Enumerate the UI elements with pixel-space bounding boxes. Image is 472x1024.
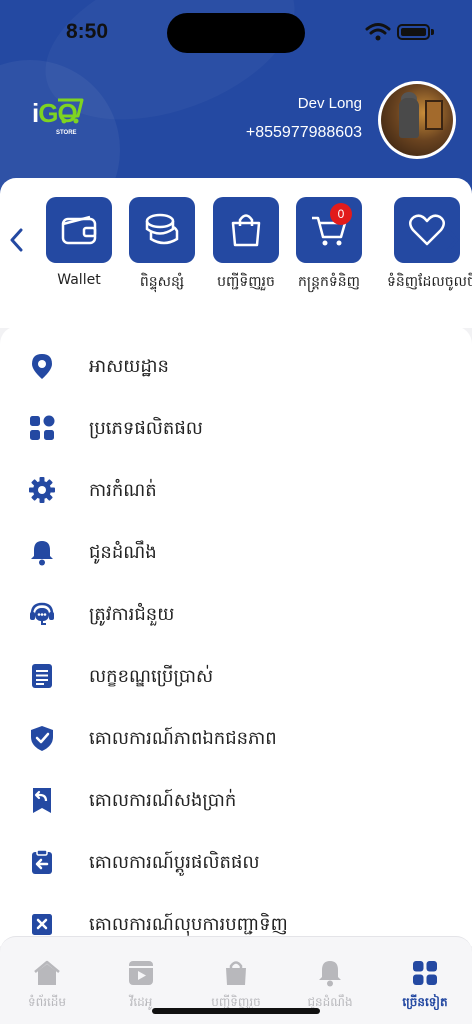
menu-item-label: លក្ខខណ្ឌប្រើប្រាស់ [89,666,214,687]
tab-more[interactable]: ច្រើនទៀត [380,959,470,1012]
chevron-left-icon [10,228,23,252]
menu-item-label: ប្រភេទផលិតផល [89,418,203,439]
settings-menu: អាសយដ្ឋាន ប្រភេទផលិតផល ការកំណត់ ជូនដំណឹង… [0,326,472,946]
menu-item-label: ត្រូវការជំនួយ [89,604,175,625]
categories-icon [30,415,55,440]
tab-label: ទំព័រដើម [27,995,67,1009]
document-icon [32,664,52,688]
bell-icon [31,541,53,566]
tab-home[interactable]: ទំព័រដើម [2,959,92,1012]
status-icons [365,22,435,42]
status-time: 8:50 [66,20,109,43]
gear-icon [29,477,55,503]
quick-action-label: បញ្ជីទិញរួច [217,274,275,290]
coins-icon [145,213,179,245]
chevron-right-icon [446,228,459,252]
home-indicator [152,1008,320,1014]
menu-item-label: ការកំណត់ [89,480,157,501]
tab-purchases[interactable]: បញ្ជីទិញរួច [191,959,281,1012]
carousel-next-button[interactable] [443,228,463,258]
menu-item-support[interactable]: ត្រូវការជំនួយ [0,586,472,642]
refund-icon [33,788,51,813]
shopping-bag-icon [226,961,246,985]
menu-item-exchange[interactable]: គោលការណ៍ប្តូរផលិតផល [0,834,472,890]
cancel-order-icon [32,914,52,935]
menu-item-label: គោលការណ៍លុបការបញ្ជាទិញ [89,914,288,935]
igo-store-logo: iGO STORE [30,96,86,140]
menu-item-label: អាសយដ្ឋាន [89,356,169,377]
avatar[interactable] [378,81,456,159]
menu-item-notifications[interactable]: ជូនដំណឹង [0,524,472,580]
logo-wordmark: iGO [32,98,78,128]
dynamic-island [167,13,305,53]
menu-item-label: ជូនដំណឹង [89,542,157,563]
quick-actions-panel: Wallet ពិន្ទុសន្សំ បញ្ជីទិញរួច 0 កន្ត្រក… [0,178,472,328]
menu-item-label: គោលការណ៍ភាពឯកជនភាព [89,728,277,749]
carousel-prev-button[interactable] [6,228,26,258]
logo-subtitle: STORE [56,130,77,136]
quick-action-purchases[interactable]: បញ្ជីទិញរួច [206,197,286,293]
quick-actions-carousel: Wallet ពិន្ទុសន្សំ បញ្ជីទិញរួច 0 កន្ត្រក… [0,178,472,328]
quick-action-cart[interactable]: 0 កន្ត្រកទំនិញ [289,197,369,293]
video-icon [129,961,153,985]
menu-item-address[interactable]: អាសយដ្ឋាន [0,338,472,394]
tab-video[interactable]: វីដេអូ [96,959,186,1012]
shield-check-icon [31,726,53,751]
quick-action-label: ទំនិញដែលចូលចិត្ត [387,274,472,290]
quick-action-label: ពិន្ទុសន្សំ [139,274,185,290]
tab-notifications[interactable]: ជូនដំណឹង [285,959,375,1012]
exchange-icon [32,849,52,874]
menu-item-refund[interactable]: គោលការណ៍សងប្រាក់ [0,772,472,828]
tab-label: ច្រើនទៀត [402,995,448,1009]
quick-action-label: Wallet [57,272,101,288]
location-pin-icon [32,354,52,379]
menu-item-categories[interactable]: ប្រភេទផលិតផល [0,400,472,456]
menu-item-terms[interactable]: លក្ខខណ្ឌប្រើប្រាស់ [0,648,472,704]
bell-icon [319,961,341,987]
quick-action-label: កន្ត្រកទំនិញ [298,274,360,290]
wifi-icon [365,23,391,41]
cart-count-badge: 0 [330,203,352,225]
wallet-icon [61,215,97,245]
quick-action-wallet[interactable]: Wallet [39,197,119,288]
user-phone: +855977988603 [245,124,362,141]
menu-item-privacy[interactable]: គោលការណ៍ភាពឯកជនភាព [0,710,472,766]
shopping-bag-icon [231,214,261,247]
menu-item-settings[interactable]: ការកំណត់ [0,462,472,518]
home-icon [34,960,60,985]
quick-action-points[interactable]: ពិន្ទុសន្សំ [122,197,202,293]
more-grid-icon [413,961,437,985]
user-name: Dev Long [297,95,362,112]
avatar-image [381,84,453,156]
menu-item-label: គោលការណ៍ប្តូរផលិតផល [89,852,260,873]
support-chat-icon [30,602,54,625]
menu-item-label: គោលការណ៍សងប្រាក់ [89,790,237,811]
battery-icon [397,24,430,40]
heart-icon [409,214,445,246]
